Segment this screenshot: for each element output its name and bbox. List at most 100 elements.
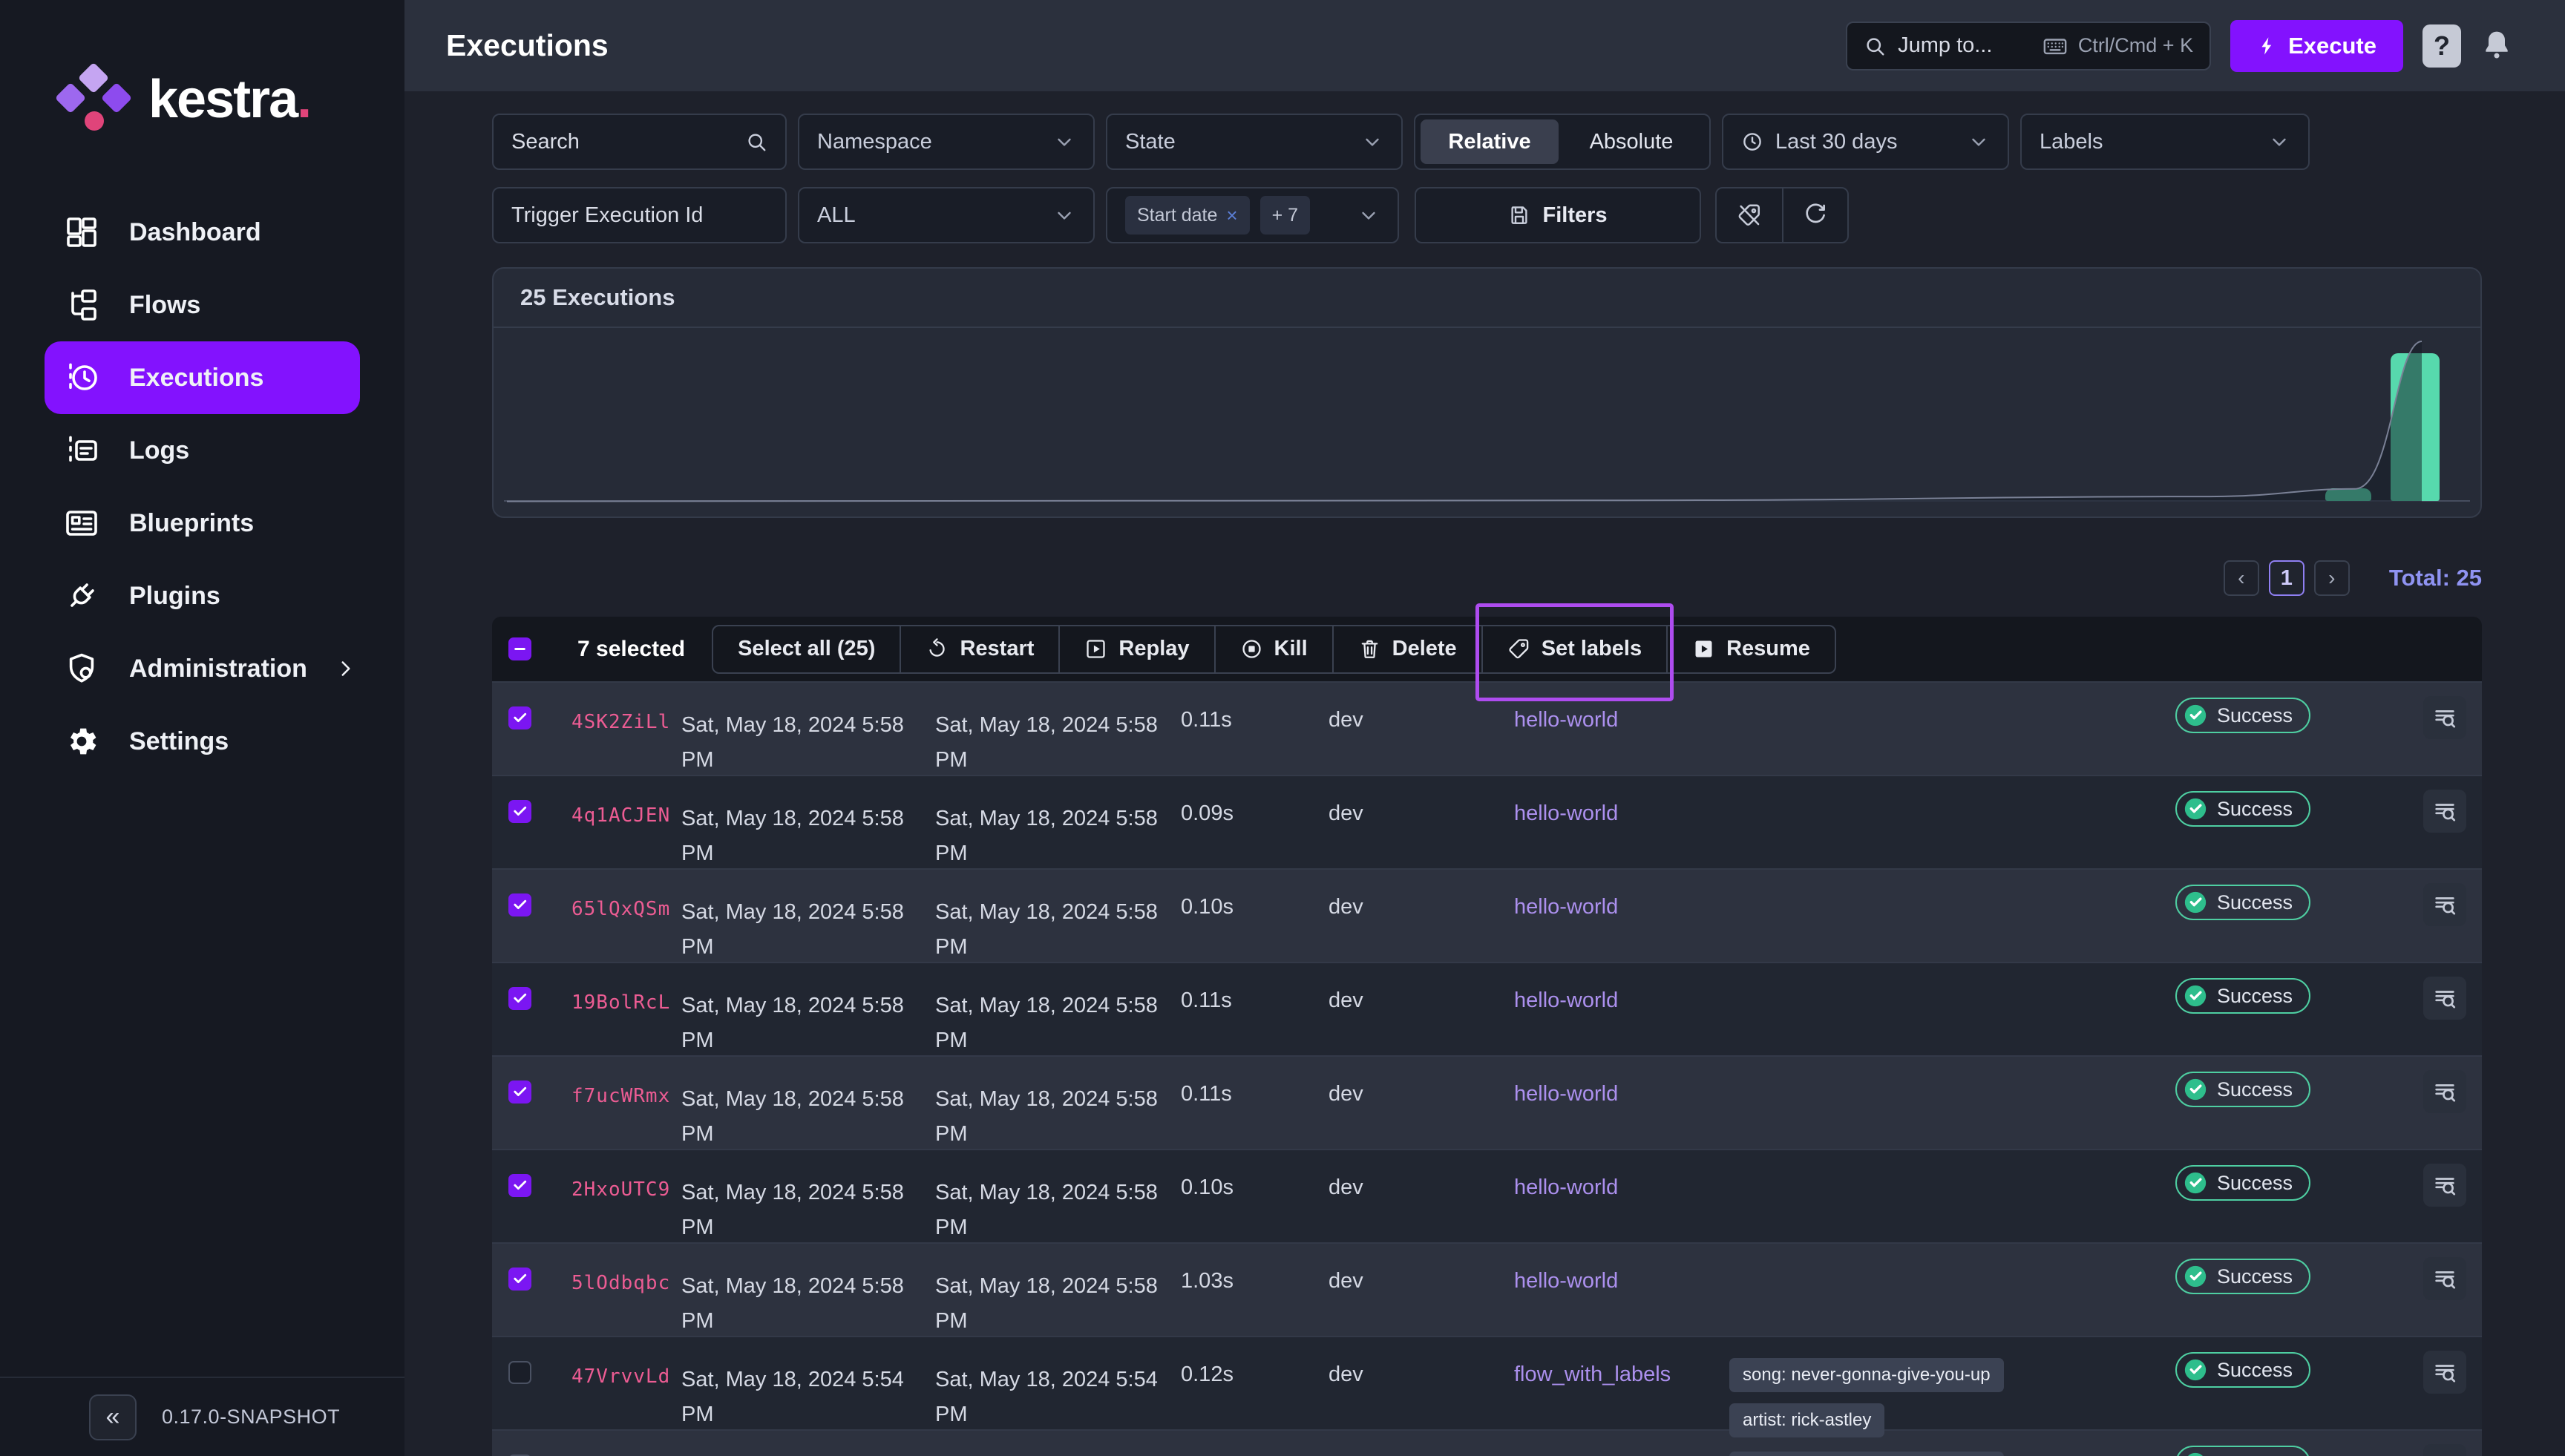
clear-labels-icon[interactable]	[1717, 188, 1782, 242]
flow-link[interactable]: hello-world	[1514, 1057, 1729, 1149]
table-row[interactable]: 19BolRcL Sat, May 18, 2024 5:58 PM Sat, …	[492, 962, 2482, 1055]
table-row[interactable]: f7ucWRmx Sat, May 18, 2024 5:58 PM Sat, …	[492, 1055, 2482, 1149]
flow-link[interactable]: hello-world	[1514, 1244, 1729, 1336]
trigger-execution-id-filter[interactable]	[492, 187, 787, 243]
row-overview-icon[interactable]	[2423, 696, 2466, 739]
state-dropdown[interactable]: State	[1106, 114, 1403, 170]
refresh-icon[interactable]	[1782, 188, 1847, 242]
flow-link[interactable]: hello-world	[1514, 683, 1729, 775]
end-date-cell: Sat, May 18, 2024 5:58 PM	[935, 1057, 1181, 1149]
remove-chip-icon[interactable]: ×	[1226, 204, 1237, 227]
namespace-dropdown[interactable]: Namespace	[798, 114, 1095, 170]
date-range-dropdown[interactable]: Last 30 days	[1722, 114, 2009, 170]
search-filter[interactable]	[492, 114, 787, 170]
labels-cell	[1729, 870, 2175, 962]
delete-button[interactable]: Delete	[1332, 626, 1481, 672]
table-row[interactable]: 4SK2ZiLl Sat, May 18, 2024 5:58 PM Sat, …	[492, 681, 2482, 775]
relative-toggle[interactable]: Relative	[1421, 119, 1559, 164]
prev-page-button[interactable]: ‹	[2224, 560, 2259, 596]
row-overview-icon[interactable]	[2423, 1070, 2466, 1113]
flow-link[interactable]: hello-world	[1514, 870, 1729, 962]
execution-id-link[interactable]: 2HxoUTC9	[570, 1150, 681, 1242]
row-checkbox[interactable]	[508, 893, 531, 916]
flow-link[interactable]: hello-world	[1514, 776, 1729, 868]
row-overview-icon[interactable]	[2423, 883, 2466, 926]
execution-id-link[interactable]: 47VrvvLd	[570, 1337, 681, 1429]
executions-chart[interactable]	[494, 328, 2480, 517]
chevron-down-icon	[1968, 131, 1990, 153]
absolute-toggle[interactable]: Absolute	[1559, 119, 1704, 164]
row-checkbox[interactable]	[508, 706, 531, 729]
execution-id-link[interactable]: 5lOdbqbc	[570, 1244, 681, 1336]
execution-id-link[interactable]: 4SK2ZiLl	[570, 683, 681, 775]
next-page-button[interactable]: ›	[2314, 560, 2350, 596]
jump-to-search[interactable]: Ctrl/Cmd + K	[1846, 22, 2211, 70]
select-all-checkbox[interactable]	[508, 637, 531, 660]
columns-dropdown[interactable]: Start date× + 7	[1106, 187, 1399, 243]
labels-dropdown[interactable]: Labels	[2020, 114, 2310, 170]
namespace-cell: dev	[1329, 1150, 1514, 1242]
notifications-bell-icon[interactable]	[2480, 28, 2513, 64]
current-page-button[interactable]: 1	[2269, 560, 2304, 596]
row-checkbox[interactable]	[508, 987, 531, 1010]
execution-id-link[interactable]: 4q1ACJEN	[570, 776, 681, 868]
sidebar-item-plugins[interactable]: Plugins	[0, 560, 404, 632]
set-labels-button[interactable]: Set labels	[1481, 626, 1666, 672]
execution-id-link[interactable]: 19BolRcL	[570, 963, 681, 1055]
row-overview-icon[interactable]	[2423, 1257, 2466, 1300]
scope-dropdown[interactable]: ALL	[798, 187, 1095, 243]
row-checkbox[interactable]	[508, 1268, 531, 1291]
row-checkbox[interactable]	[508, 1080, 531, 1104]
sidebar-collapse-button[interactable]: «	[89, 1394, 137, 1440]
table-row[interactable]: 4q1ACJEN Sat, May 18, 2024 5:58 PM Sat, …	[492, 775, 2482, 868]
restart-button[interactable]: Restart	[900, 626, 1058, 672]
execution-id-link[interactable]: f7ucWRmx	[570, 1057, 681, 1149]
sidebar-item-dashboard[interactable]: Dashboard	[0, 196, 404, 269]
sidebar-footer: « 0.17.0-SNAPSHOT	[0, 1377, 404, 1456]
row-overview-icon[interactable]	[2423, 1164, 2466, 1207]
flow-link[interactable]: hello-world	[1514, 963, 1729, 1055]
execution-id-link[interactable]: 65lQxQSm	[570, 870, 681, 962]
row-overview-icon[interactable]	[2423, 1351, 2466, 1394]
sidebar-item-flows[interactable]: Flows	[0, 269, 404, 341]
kill-button[interactable]: Kill	[1214, 626, 1332, 672]
table-row[interactable]: 5lOdbqbc Sat, May 18, 2024 5:58 PM Sat, …	[492, 1242, 2482, 1336]
start-date-chip[interactable]: Start date×	[1125, 196, 1250, 235]
table-row[interactable]: 47VrvvLd Sat, May 18, 2024 5:54 PM Sat, …	[492, 1336, 2482, 1429]
flow-link[interactable]: hello-world	[1514, 1150, 1729, 1242]
select-all-25--button[interactable]: Select all (25)	[713, 626, 900, 672]
help-button[interactable]: ?	[2422, 24, 2461, 68]
flow-link[interactable]: flow_with_labels	[1514, 1431, 1729, 1456]
flow-link[interactable]: flow_with_labels	[1514, 1337, 1729, 1429]
save-filters-button[interactable]: Filters	[1415, 187, 1701, 243]
row-overview-icon[interactable]	[2423, 1444, 2466, 1456]
sidebar-item-blueprints[interactable]: Blueprints	[0, 487, 404, 560]
labels-cell	[1729, 776, 2175, 868]
jump-to-input[interactable]	[1898, 33, 2039, 58]
table-row[interactable]: 2HxoUTC9 Sat, May 18, 2024 5:58 PM Sat, …	[492, 1149, 2482, 1242]
execution-id-link[interactable]: 4abviYUw	[570, 1431, 681, 1456]
table-row[interactable]: 4abviYUw Sat, May 18, 2024 5:54 PM Sat, …	[492, 1429, 2482, 1456]
row-overview-icon[interactable]	[2423, 790, 2466, 833]
replay-button[interactable]: Replay	[1058, 626, 1213, 672]
table-row[interactable]: 65lQxQSm Sat, May 18, 2024 5:58 PM Sat, …	[492, 868, 2482, 962]
row-checkbox[interactable]	[508, 800, 531, 823]
end-date-cell: Sat, May 18, 2024 5:58 PM	[935, 1244, 1181, 1336]
resume-button[interactable]: Resume	[1666, 626, 1835, 672]
sidebar-item-executions[interactable]: Executions	[45, 341, 360, 414]
execute-button[interactable]: Execute	[2230, 20, 2403, 72]
row-checkbox[interactable]	[508, 1174, 531, 1197]
sidebar-item-administration[interactable]: Administration	[0, 632, 404, 705]
sidebar-item-logs[interactable]: Logs	[0, 414, 404, 487]
status-badge: Success	[2175, 1259, 2310, 1294]
time-mode-toggle: Relative Absolute	[1414, 114, 1711, 170]
search-input[interactable]	[511, 130, 745, 154]
sidebar-item-label: Plugins	[129, 582, 220, 611]
trigger-execution-id-input[interactable]	[511, 203, 767, 228]
row-overview-icon[interactable]	[2423, 977, 2466, 1020]
row-checkbox[interactable]	[508, 1361, 531, 1384]
more-columns-chip[interactable]: + 7	[1260, 196, 1310, 235]
kestra-logo[interactable]: kestra.	[0, 0, 404, 135]
resume-icon	[1692, 637, 1715, 660]
sidebar-item-settings[interactable]: Settings	[0, 705, 404, 778]
